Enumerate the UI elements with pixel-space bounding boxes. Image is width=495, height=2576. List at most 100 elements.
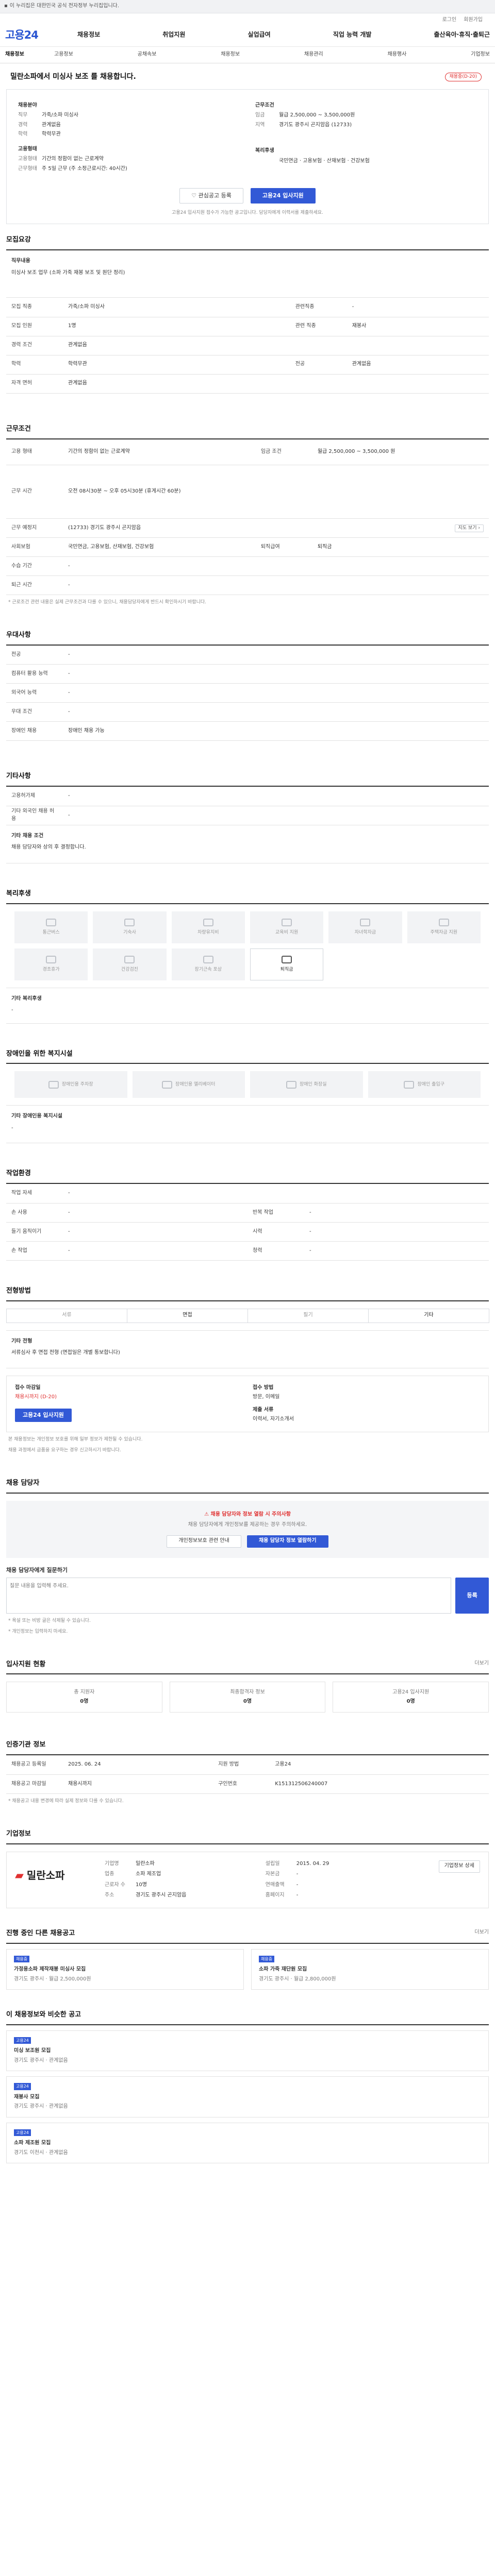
job-card[interactable]: 고용24 재봉사 모집 경기도 광주시 · 관계없음 — [6, 2076, 489, 2117]
facility-label: 장애인용 엘리베이터 — [175, 1081, 216, 1087]
privacy-guide-button[interactable]: 개인정보보호 관련 안내 — [167, 1535, 241, 1548]
login-link[interactable]: 로그인 — [442, 16, 457, 24]
cell-value: - — [63, 787, 489, 806]
info-key: 기업명 — [105, 1860, 119, 1867]
stat-card: 최종합격자 정보 0명 — [169, 1682, 326, 1713]
recruit-table: 모집 직종 가죽/소파 미싱사 관련직종 - 모집 인원 1명 관련 직종 재봉사 경력 조… — [6, 298, 489, 394]
apply-button-2[interactable]: 고용24 입사지원 — [15, 1408, 72, 1422]
site-logo[interactable]: 고용24 — [5, 27, 62, 43]
step-interview: 면접 — [127, 1308, 248, 1323]
job-tag: 고용24 — [14, 2083, 31, 2090]
welfare-label: 통근버스 — [42, 929, 60, 935]
job-card[interactable]: 채용중 가정용소파 제작재봉 미싱사 모집 경기도 광주시 · 월급 2,500… — [6, 1948, 244, 1990]
subnav-item[interactable]: 채용관리 — [304, 51, 323, 59]
welfare-label: 장기근속 포상 — [194, 967, 222, 972]
job-card[interactable]: 채용중 소파 가죽 재단원 모집 경기도 광주시 · 월급 2,800,000원 — [251, 1948, 489, 1990]
summary-key: 직무 — [18, 112, 28, 118]
summary-key: 근무형태 — [18, 165, 37, 172]
gnb-benefit[interactable]: 실업급여 — [248, 30, 271, 39]
apply-method-head: 접수 방법 — [253, 1384, 274, 1391]
view-contact-button[interactable]: 채용 담당자 정보 열람하기 — [246, 1535, 328, 1548]
cell-key: 모집 직종 — [6, 298, 63, 317]
stat-card: 총 지원자 0명 — [6, 1682, 162, 1713]
apply-docs: 이력서, 자기소개서 — [253, 1416, 294, 1422]
apply-button[interactable]: 고용24 입사지원 — [250, 188, 316, 204]
stats-section: 입사지원 현황 더보기 총 지원자 0명 최종합격자 정보 0명 고용24 입사지원… — [6, 1639, 489, 1720]
company-detail-button[interactable]: 기업정보 상세 — [438, 1860, 480, 1873]
gnb-training[interactable]: 직업 능력 개발 — [333, 30, 372, 39]
stat-label: 총 지원자 — [74, 1689, 95, 1695]
welfare-label: 기숙사 — [123, 929, 136, 935]
gnb-jobs[interactable]: 채용정보 — [77, 30, 100, 39]
summary-value: 경기도 광주시 곤지암읍 (12733) — [279, 122, 352, 128]
subnav-item[interactable]: 공채속보 — [138, 51, 157, 59]
cell-key: 고용 형태 — [6, 439, 63, 466]
step-document: 서류 — [6, 1308, 127, 1323]
car-icon — [203, 918, 213, 926]
job-card[interactable]: 고용24 미싱 보조원 모집 경기도 광주시 · 관계없음 — [6, 2030, 489, 2072]
summary-value: 관계없음 — [42, 122, 61, 128]
cell-key: 전공 — [6, 645, 63, 665]
section-title: 전형방법 — [6, 1286, 489, 1301]
section-title-row: 입사지원 현황 더보기 — [6, 1660, 489, 1675]
gnb-support[interactable]: 취업지원 — [162, 30, 185, 39]
map-button[interactable]: 지도 보기 › — [454, 524, 484, 532]
job-card[interactable]: 고용24 소파 제조원 모집 경기도 이천시 · 관계없음 — [6, 2122, 489, 2164]
stats-more-link[interactable]: 더보기 — [474, 1660, 489, 1670]
welfare-card: 장기근속 포상 — [171, 948, 245, 980]
medal-icon — [203, 955, 213, 963]
welfare-card: 교육비 지원 — [250, 911, 324, 943]
section-title: 근무조건 — [6, 425, 489, 439]
cell-value: 월급 2,500,000 ~ 3,500,000 원 — [312, 439, 489, 466]
cell-value: - — [63, 1184, 489, 1204]
stats-grid: 총 지원자 0명 최종합격자 정보 0명 고용24 입사지원 0명 — [6, 1674, 489, 1720]
cell-key: 청력 — [248, 1241, 304, 1261]
cell-key: 외국어 능력 — [6, 683, 63, 703]
section-title: 입사지원 현황 — [6, 1660, 46, 1668]
cell-value: - — [63, 664, 489, 684]
welfare-card: 건강검진 — [93, 948, 167, 980]
subnav-item[interactable]: 채용정보 — [221, 51, 240, 59]
summary-value: 기간의 정함이 없는 근로계약 — [42, 156, 104, 162]
apply-docs-head: 제출 서류 — [253, 1406, 274, 1413]
cell-value: - — [304, 1222, 489, 1242]
cell-value: - — [63, 806, 489, 825]
cell-key: 경력 조건 — [6, 336, 63, 355]
wheelchair-icon — [404, 1080, 415, 1089]
gnb-leave[interactable]: 출산육아·휴직·출퇴근 — [434, 30, 490, 39]
similar-more-link[interactable]: 더보기 — [474, 1929, 489, 1939]
utility-menu: 로그인 회원가입 — [0, 13, 495, 24]
desc-heading: 기타 복리후생 — [11, 995, 42, 1002]
subnav-item[interactable]: 기업정보 — [471, 51, 490, 59]
cell-key: 전공 — [290, 355, 347, 375]
company-box: ▰ 밀란소파 기업명 밀란소파 설립일 2015. 04. 29 업종 소파 제조업 자본… — [6, 1851, 489, 1908]
welfare-label: 자녀학자금 — [354, 929, 376, 935]
subnav-item[interactable]: 채용행사 — [388, 51, 407, 59]
apply-note: 고용24 입사지원 접수가 가능한 공고입니다. 담당자에게 이력서를 제출하세… — [172, 210, 323, 216]
cell-key: 장애인 채용 — [6, 721, 63, 741]
subnav-item[interactable]: 고용정보 — [54, 51, 73, 59]
cell-key: 근무 시간 — [6, 465, 63, 519]
info-key: 주소 — [105, 1892, 114, 1899]
summary-heading: 채용분야 — [18, 102, 37, 108]
signup-link[interactable]: 회원가입 — [464, 16, 483, 24]
contact-section: 채용 담당자 ⚠ 채용 담당자와 정보 열람 시 주의사항 채용 담당자에게 개… — [6, 1458, 489, 1639]
question-input[interactable] — [6, 1577, 452, 1614]
welfare-section: 복리후생 통근버스 기숙사 차량유지비 교육비 지원 자녀학자금 주택자금 지원… — [6, 863, 489, 1024]
section-title: 진행 중인 다른 채용공고 — [6, 1929, 75, 1937]
summary-value: 국민연금 · 고용보험 · 산재보험 · 건강보험 — [279, 158, 370, 164]
meta-section: 인증기관 정보 채용공고 등록일 2025. 06. 24 지원 방법 고용24 채용… — [6, 1720, 489, 1808]
similar-section: 진행 중인 다른 채용공고 더보기 채용중 가정용소파 제작재봉 미싱사 모집 … — [6, 1908, 489, 1990]
toilet-icon — [286, 1080, 296, 1089]
scrap-button[interactable]: ♡ 관심공고 등록 — [179, 188, 243, 204]
question-submit-button[interactable]: 등록 — [455, 1577, 489, 1614]
cell-value: - — [63, 683, 489, 703]
etc-section: 기타사항 고용허가제 - 기타 외국인 채용 허용 - 기타 채용 조건 채용 담당… — [6, 741, 489, 863]
step-other: 기타 — [368, 1308, 489, 1323]
summary-key: 고용형태 — [18, 156, 37, 162]
cell-value: 기간의 정함이 없는 근로계약 — [63, 439, 256, 466]
cell-value: 퇴직금 — [312, 537, 489, 557]
cell-value: 가죽/소파 미싱사 — [63, 298, 290, 317]
job-card-title: 미싱 보조원 모집 — [14, 2048, 51, 2054]
job-summary: 채용분야 직무 가죽/소파 미싱사 경력 관계없음 학력 학력무관 고용형태 고용형태… — [6, 89, 489, 225]
